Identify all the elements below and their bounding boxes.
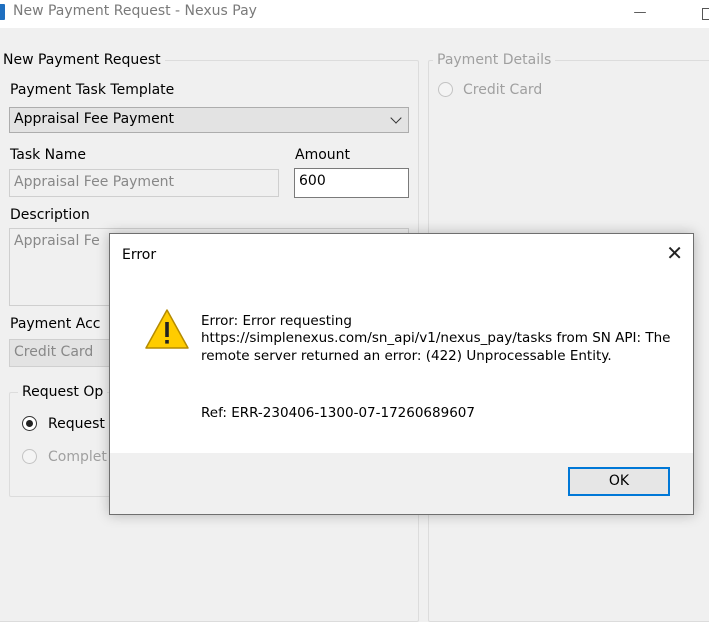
- request-radio[interactable]: [22, 416, 37, 431]
- minimize-button[interactable]: —: [620, 0, 660, 28]
- amount-field[interactable]: 600: [294, 168, 409, 198]
- chevron-down-icon: [390, 112, 402, 124]
- complete-radio-label: Complet: [48, 449, 107, 465]
- payment-account-label: Payment Acc: [10, 316, 101, 332]
- request-options-legend: Request Op: [18, 383, 108, 401]
- credit-card-radio[interactable]: [438, 82, 453, 97]
- complete-radio[interactable]: [22, 449, 37, 464]
- window-title: New Payment Request - Nexus Pay: [13, 3, 257, 19]
- template-dropdown-value: Appraisal Fee Payment: [14, 111, 175, 127]
- template-dropdown[interactable]: Appraisal Fee Payment: [9, 107, 409, 133]
- close-icon[interactable]: ✕: [666, 243, 683, 263]
- error-message: Error: Error requesting https://simplene…: [201, 313, 671, 364]
- task-name-value: Appraisal Fee Payment: [14, 174, 175, 190]
- dialog-footer: OK: [110, 453, 693, 514]
- request-radio-label: Request: [48, 416, 105, 432]
- warning-icon: [145, 309, 189, 349]
- ok-button[interactable]: OK: [568, 467, 670, 496]
- maximize-button[interactable]: [688, 0, 709, 28]
- description-value: Appraisal Fe: [14, 233, 100, 249]
- dialog-title: Error: [122, 247, 157, 263]
- amount-label: Amount: [295, 147, 351, 163]
- title-bar: New Payment Request - Nexus Pay —: [0, 0, 709, 28]
- description-label: Description: [10, 207, 90, 223]
- task-name-label: Task Name: [10, 147, 86, 163]
- group-legend: New Payment Request: [0, 51, 165, 69]
- app-icon: [0, 4, 5, 20]
- amount-value: 600: [299, 173, 326, 189]
- error-dialog: Error ✕ Error: Error requesting https://…: [109, 233, 694, 515]
- task-name-field[interactable]: Appraisal Fee Payment: [9, 169, 279, 197]
- payment-account-value: Credit Card: [14, 344, 94, 360]
- payment-details-legend: Payment Details: [433, 51, 556, 69]
- template-label: Payment Task Template: [10, 82, 175, 98]
- error-reference: Ref: ERR-230406-1300-07-17260689607: [201, 405, 475, 421]
- credit-card-label: Credit Card: [463, 82, 543, 98]
